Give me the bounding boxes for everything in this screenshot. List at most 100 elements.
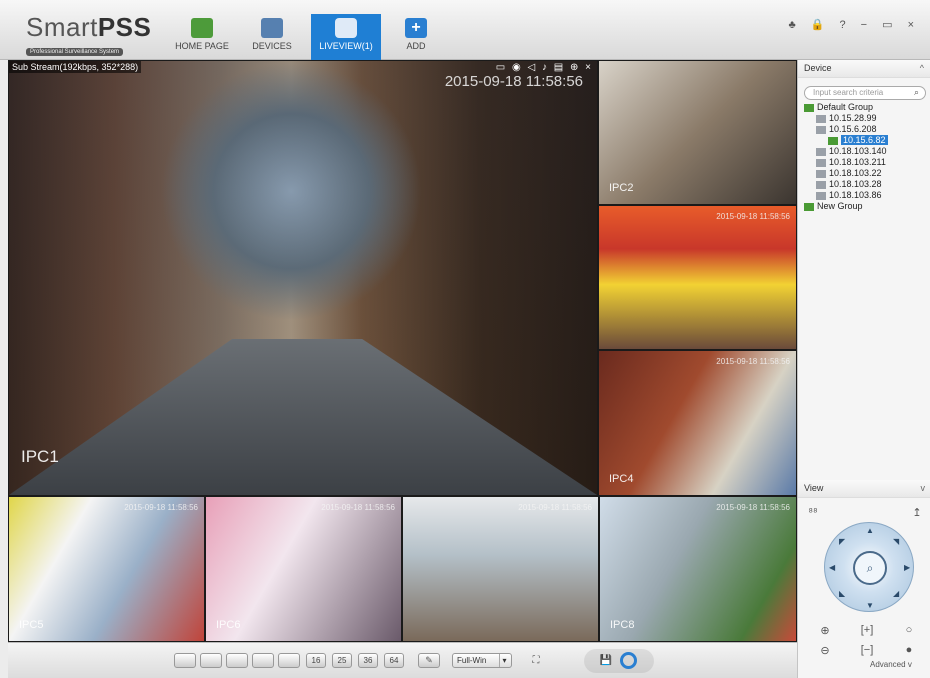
tree-device[interactable]: 10.18.103.140: [804, 146, 929, 157]
tree-device[interactable]: 10.15.28.99: [804, 113, 929, 124]
video-label: IPC8: [610, 619, 635, 631]
collapse-icon[interactable]: ^: [920, 63, 924, 73]
device-search-input[interactable]: Input search criteria: [804, 86, 926, 100]
preset-icon[interactable]: ⁸⁸: [806, 506, 820, 518]
camera-device-icon: [816, 158, 826, 167]
tree-item-label: 10.18.103.140: [829, 146, 887, 156]
tree-item-label: 10.18.103.28: [829, 179, 882, 189]
fullscreen-button[interactable]: ⛶: [528, 653, 544, 668]
tree-group[interactable]: Default Group: [804, 102, 929, 113]
view-panel-header[interactable]: View v: [798, 480, 930, 498]
tree-item-label: 10.18.103.211: [829, 157, 886, 167]
device-panel-header[interactable]: Device ^: [798, 60, 930, 78]
video-cell-ipc2[interactable]: IPC2: [598, 60, 797, 205]
window-mode-value: Full-Win: [457, 656, 487, 665]
video-timestamp: 2015-09-18 11:58:56: [716, 503, 790, 512]
app-tagline: Professional Surveillance System: [26, 48, 124, 56]
camera-device-icon: [816, 114, 826, 123]
tree-device[interactable]: 10.18.103.22: [804, 168, 929, 179]
up-right-arrow-icon[interactable]: ◥: [893, 537, 899, 546]
window-mode-select[interactable]: Full-Win ▾: [452, 653, 512, 668]
upload-icon[interactable]: ↥: [910, 506, 924, 519]
video-grid: Sub Stream(192kbps, 352*288) ▭ ◉ ◁ ♪ ▤ ⊕…: [8, 60, 797, 642]
tree-item-label: 10.15.6.208: [829, 124, 877, 134]
video-timestamp: 2015-09-18 11:58:56: [518, 503, 592, 512]
device-panel-title: Device: [804, 63, 832, 73]
video-label: IPC5: [19, 619, 44, 631]
layout-25-button[interactable]: 25: [332, 653, 352, 668]
layout-1-button[interactable]: [174, 653, 196, 668]
camera-device-icon: [816, 147, 826, 156]
refresh-icon[interactable]: [620, 652, 637, 669]
down-arrow-icon[interactable]: ▼: [866, 601, 874, 610]
edit-layout-button[interactable]: ✎: [418, 653, 440, 668]
stream-info: Sub Stream(192kbps, 352*288): [9, 61, 142, 73]
layout-9-button[interactable]: [278, 653, 300, 668]
right-panel: Device ^ Input search criteria ⌕ Default…: [797, 60, 930, 678]
tree-item-label: 10.18.103.22: [829, 168, 882, 178]
nav-add-label: ADD: [406, 41, 426, 51]
nav-devices-label: DEVICES: [252, 41, 292, 51]
chevron-down-icon[interactable]: v: [921, 483, 926, 493]
nav-liveview-label: LIVEVIEW(1): [319, 41, 373, 51]
advanced-toggle[interactable]: Advanced v: [870, 660, 912, 669]
layout-16-button[interactable]: 16: [306, 653, 326, 668]
layout-8-button[interactable]: [252, 653, 274, 668]
action-pill: [584, 649, 654, 673]
tree-device[interactable]: 10.18.103.86: [804, 190, 929, 201]
nav-devices[interactable]: DEVICES: [237, 14, 307, 60]
left-arrow-icon[interactable]: ◀: [829, 563, 835, 572]
layout-36-button[interactable]: 36: [358, 653, 378, 668]
focus-far-icon[interactable]: [−]: [860, 644, 874, 656]
tree-group[interactable]: New Group: [804, 201, 929, 212]
zoom-out-icon[interactable]: ⊖: [818, 644, 832, 657]
nav-home-label: HOME PAGE: [175, 41, 229, 51]
video-cell-ipc4[interactable]: 2015-09-18 11:58:56 IPC4: [598, 350, 797, 496]
video-cell-ipc3[interactable]: 2015-09-18 11:58:56: [598, 205, 797, 350]
video-timestamp: 2015-09-18 11:58:56: [716, 212, 790, 221]
ptz-control: ⁸⁸ ↥ ▲ ▼ ◀ ▶ ◤ ◥ ◣ ◢ ⌕ ⊕ [+] ○ ⊖ [−] ● A…: [798, 500, 930, 678]
layout-64-button[interactable]: 64: [384, 653, 404, 668]
zoom-in-icon[interactable]: ⊕: [818, 624, 832, 637]
tree-device[interactable]: 10.18.103.211: [804, 157, 929, 168]
iris-open-icon[interactable]: ○: [902, 624, 916, 636]
app-name-plain: Smart: [26, 12, 98, 42]
down-right-arrow-icon[interactable]: ◢: [893, 589, 899, 598]
camera-device-icon: [816, 180, 826, 189]
cell-toolbar[interactable]: ▭ ◉ ◁ ♪ ▤ ⊕ ×: [496, 62, 593, 73]
tree-device[interactable]: 10.15.6.82: [804, 135, 929, 146]
tree-device[interactable]: 10.15.6.208: [804, 124, 929, 135]
chevron-down-icon: ▾: [499, 654, 509, 667]
layout-4-button[interactable]: [200, 653, 222, 668]
tree-device[interactable]: 10.18.103.28: [804, 179, 929, 190]
nav-liveview[interactable]: LIVEVIEW(1): [311, 14, 381, 60]
liveview-icon: [335, 18, 357, 38]
save-view-button[interactable]: 💾: [598, 653, 614, 668]
scene-floor: [9, 338, 597, 495]
video-cell-ipc5[interactable]: 2015-09-18 11:58:56 IPC5: [8, 496, 205, 642]
tree-item-label: 10.15.28.99: [829, 113, 877, 123]
nav-home-page[interactable]: HOME PAGE: [167, 14, 237, 60]
video-label: IPC4: [609, 473, 634, 485]
search-icon[interactable]: ⌕: [914, 87, 919, 98]
iris-close-icon[interactable]: ●: [902, 644, 916, 656]
up-arrow-icon[interactable]: ▲: [866, 526, 874, 535]
advanced-label: Advanced: [870, 660, 906, 669]
ptz-center-button[interactable]: ⌕: [853, 551, 887, 585]
video-cell-ipc6[interactable]: 2015-09-18 11:58:56 IPC6: [205, 496, 402, 642]
ptz-direction-pad[interactable]: ▲ ▼ ◀ ▶ ◤ ◥ ◣ ◢ ⌕: [824, 522, 914, 612]
video-cell-ipc7[interactable]: 2015-09-18 11:58:56: [402, 496, 599, 642]
nav-add[interactable]: + ADD: [381, 14, 451, 60]
right-arrow-icon[interactable]: ▶: [904, 563, 910, 572]
video-cell-ipc8[interactable]: 2015-09-18 11:58:56 IPC8: [599, 496, 797, 642]
up-left-arrow-icon[interactable]: ◤: [839, 537, 845, 546]
video-label: IPC2: [609, 182, 634, 194]
down-left-arrow-icon[interactable]: ◣: [839, 589, 845, 598]
video-label: IPC1: [21, 447, 59, 466]
focus-near-icon[interactable]: [+]: [860, 624, 874, 636]
app-name-bold: PSS: [97, 12, 152, 42]
window-controls[interactable]: ♣ 🔒 ? − ▭ ×: [788, 18, 920, 31]
video-cell-ipc1[interactable]: Sub Stream(192kbps, 352*288) ▭ ◉ ◁ ♪ ▤ ⊕…: [8, 60, 598, 496]
layout-6-button[interactable]: [226, 653, 248, 668]
tree-item-label: 10.15.6.82: [841, 135, 888, 145]
